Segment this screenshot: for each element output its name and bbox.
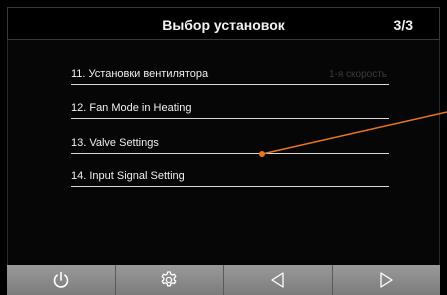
header-bar: Выбор установок 3/3 (7, 7, 440, 40)
power-button[interactable] (7, 265, 116, 295)
menu-item-label: 13. Valve Settings (71, 137, 159, 149)
menu-item-fan-settings[interactable]: 11. Установки вентилятора 1-я скорость (71, 63, 389, 85)
page-indicator: 3/3 (393, 17, 413, 33)
gear-icon (161, 271, 177, 287)
menu-item-valve-settings[interactable]: 13. Valve Settings (71, 132, 389, 154)
page-title: Выбор установок (162, 17, 285, 33)
forward-button[interactable] (332, 265, 440, 295)
power-icon (53, 271, 69, 288)
device-screen: Выбор установок 3/3 11. Установки вентил… (0, 0, 447, 295)
back-button[interactable] (224, 265, 333, 295)
menu-item-input-signal[interactable]: 14. Input Signal Setting (71, 165, 389, 187)
triangle-right-icon (380, 272, 393, 288)
menu-item-label: 14. Input Signal Setting (71, 170, 185, 182)
triangle-left-icon (271, 272, 284, 288)
menu-item-label: 11. Установки вентилятора (71, 68, 209, 80)
bottom-toolbar (7, 265, 440, 295)
menu-item-label: 12. Fan Mode in Heating (71, 102, 192, 114)
settings-button[interactable] (115, 265, 224, 295)
menu-item-value: 1-я скорость (328, 69, 387, 80)
menu-item-fan-mode-heating[interactable]: 12. Fan Mode in Heating (71, 97, 389, 119)
settings-list: 11. Установки вентилятора 1-я скорость 1… (7, 40, 440, 265)
